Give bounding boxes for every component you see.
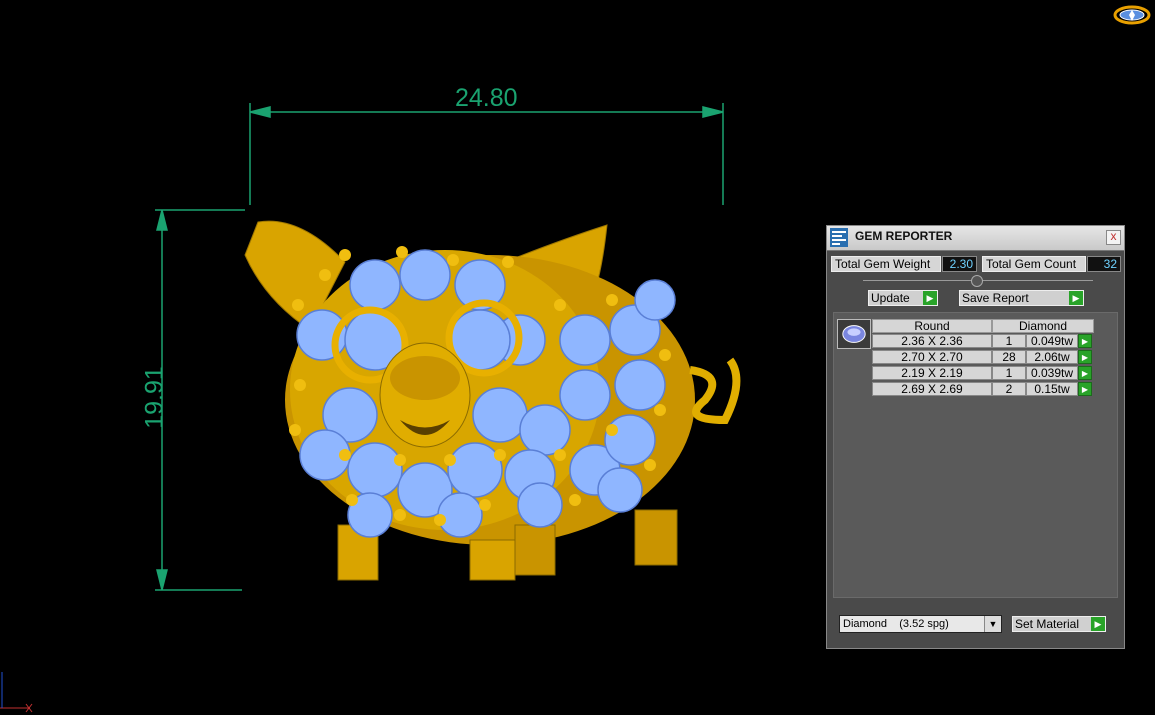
height-dimension-label: 19.91 xyxy=(140,366,169,429)
material-select[interactable]: Diamond (3.52 spg) ▼ xyxy=(839,615,1002,633)
row-select-button[interactable]: ▶ xyxy=(1078,350,1092,364)
width-dimension-label: 24.80 xyxy=(455,84,518,112)
gem-count-cell: 2 xyxy=(992,382,1026,396)
gem-size-cell: 2.36 X 2.36 xyxy=(872,334,992,348)
gem-size-cell: 2.69 X 2.69 xyxy=(872,382,992,396)
material-select-value: Diamond (3.52 spg) xyxy=(843,618,949,630)
chevron-down-icon[interactable]: ▼ xyxy=(984,616,1001,632)
row-select-button[interactable]: ▶ xyxy=(1078,382,1092,396)
gem-reporter-icon xyxy=(830,228,848,247)
save-report-label: Save Report xyxy=(962,291,1029,305)
collapse-toggle[interactable] xyxy=(971,275,983,287)
shape-header: Round xyxy=(872,319,992,333)
gem-weight-cell: 0.039tw xyxy=(1026,366,1078,380)
panel-titlebar[interactable]: GEM REPORTER x xyxy=(827,226,1124,251)
save-report-button[interactable]: Save Report ▶ xyxy=(959,290,1084,306)
total-weight-label: Total Gem Weight xyxy=(831,256,941,272)
gem-count-cell: 1 xyxy=(992,366,1026,380)
material-header: Diamond xyxy=(992,319,1094,333)
gem-count-cell: 1 xyxy=(992,334,1026,348)
gem-table-area: Round Diamond 2.36 X 2.36 1 0.049tw ▶ 2.… xyxy=(833,312,1118,598)
set-material-button[interactable]: Set Material ▶ xyxy=(1012,616,1106,632)
round-gem-icon[interactable] xyxy=(837,319,871,349)
row-select-button[interactable]: ▶ xyxy=(1078,366,1092,380)
close-button[interactable]: x xyxy=(1106,230,1121,245)
app-logo-icon[interactable] xyxy=(1113,4,1151,26)
panel-title: GEM REPORTER xyxy=(855,229,953,243)
update-button[interactable]: Update ▶ xyxy=(868,290,938,306)
total-count-value: 32 xyxy=(1087,256,1121,272)
gem-count-cell: 28 xyxy=(992,350,1026,364)
set-material-label: Set Material xyxy=(1015,617,1080,631)
play-arrow-icon: ▶ xyxy=(923,291,937,305)
gem-size-cell: 2.19 X 2.19 xyxy=(872,366,992,380)
gem-size-cell: 2.70 X 2.70 xyxy=(872,350,992,364)
gem-weight-cell: 2.06tw xyxy=(1026,350,1078,364)
gem-weight-cell: 0.049tw xyxy=(1026,334,1078,348)
play-arrow-icon: ▶ xyxy=(1091,617,1105,631)
play-arrow-icon: ▶ xyxy=(1069,291,1083,305)
total-count-label: Total Gem Count xyxy=(982,256,1086,272)
total-weight-value: 2.30 xyxy=(942,256,977,272)
gem-reporter-panel: GEM REPORTER x Total Gem Weight 2.30 Tot… xyxy=(826,225,1125,649)
gem-weight-cell: 0.15tw xyxy=(1026,382,1078,396)
axis-indicator xyxy=(0,672,33,713)
update-button-label: Update xyxy=(871,291,910,305)
row-select-button[interactable]: ▶ xyxy=(1078,334,1092,348)
